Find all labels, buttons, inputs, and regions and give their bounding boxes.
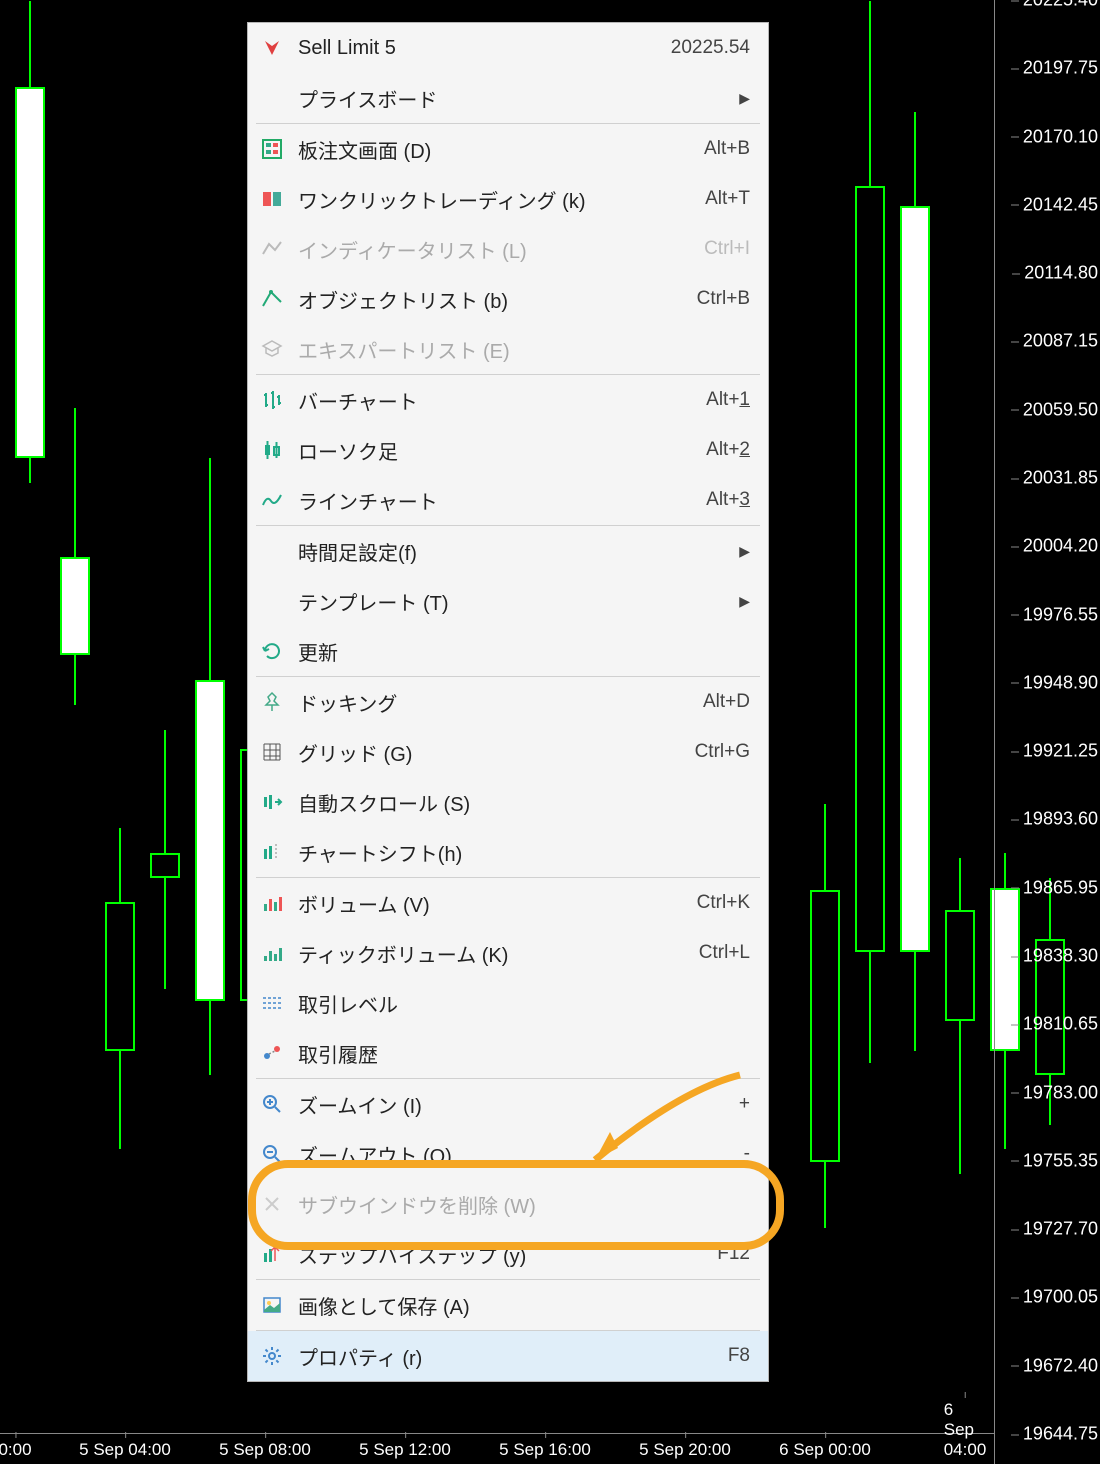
price-tick: 20114.80	[1024, 263, 1098, 284]
menu-docking[interactable]: ドッキング Alt+D	[248, 677, 768, 727]
price-tick: 20142.45	[1023, 194, 1098, 215]
menu-tick-volume[interactable]: ティックボリューム (K) Ctrl+L	[248, 928, 768, 978]
menu-indicator-list: インディケータリスト (L) Ctrl+I	[248, 224, 768, 274]
one-click-icon	[256, 183, 288, 215]
trade-history-icon	[256, 1037, 288, 1069]
candle	[15, 0, 45, 1434]
menu-price-board[interactable]: プライスボード ▶	[248, 73, 768, 123]
submenu-arrow-icon: ▶	[739, 543, 750, 560]
menu-object-list[interactable]: オブジェクトリスト (b) Ctrl+B	[248, 274, 768, 324]
graduation-cap-icon	[256, 333, 288, 365]
candle	[150, 0, 180, 1434]
submenu-arrow-icon: ▶	[739, 593, 750, 610]
gear-icon	[256, 1340, 288, 1372]
price-tick: 20170.10	[1023, 126, 1098, 147]
menu-expert-list: エキスパートリスト (E)	[248, 324, 768, 374]
menu-bar-chart[interactable]: バーチャート Alt+1	[248, 375, 768, 425]
price-tick: 20059.50	[1023, 399, 1098, 420]
price-tick: 19783.00	[1023, 1082, 1098, 1103]
price-tick: 19644.75	[1023, 1424, 1098, 1445]
menu-delete-subwindow: サブウインドウを削除 (W)	[248, 1179, 768, 1229]
price-tick: 19976.55	[1023, 604, 1098, 625]
volume-icon	[256, 887, 288, 919]
time-tick: 5 Sep 16:00	[499, 1440, 591, 1460]
price-tick: 19893.60	[1023, 809, 1098, 830]
step-icon	[256, 1238, 288, 1270]
candle	[900, 0, 930, 1434]
menu-properties[interactable]: プロパティ (r) F8	[248, 1331, 768, 1381]
menu-trade-history[interactable]: 取引履歴	[248, 1028, 768, 1078]
candlestick-icon	[256, 434, 288, 466]
line-chart-icon	[256, 484, 288, 516]
candle	[195, 0, 225, 1434]
sell-arrow-icon	[256, 32, 288, 64]
price-tick: 19838.30	[1023, 946, 1098, 967]
price-tick: 20004.20	[1023, 536, 1098, 557]
chart-context-menu: Sell Limit 5 20225.54 プライスボード ▶ 板注文画面 (D…	[247, 22, 769, 1382]
price-tick: 19755.35	[1023, 1150, 1098, 1171]
price-tick: 20197.75	[1023, 58, 1098, 79]
menu-one-click-trading[interactable]: ワンクリックトレーディング (k) Alt+T	[248, 174, 768, 224]
indicator-icon	[256, 233, 288, 265]
grid-icon	[256, 736, 288, 768]
menu-zoom-out[interactable]: ズームアウト (O) -	[248, 1129, 768, 1179]
candle	[945, 0, 975, 1434]
price-tick: 19700.05	[1023, 1287, 1098, 1308]
price-tick: 19921.25	[1023, 741, 1098, 762]
menu-dom[interactable]: 板注文画面 (D) Alt+B	[248, 124, 768, 174]
menu-templates[interactable]: テンプレート (T) ▶	[248, 576, 768, 626]
menu-timeframes[interactable]: 時間足設定(f) ▶	[248, 526, 768, 576]
price-axis: 20225.40 20197.75 20170.10 20142.45 20114.80…	[994, 0, 1100, 1464]
time-tick: 5 Sep 04:00	[79, 1440, 171, 1460]
price-tick: 20087.15	[1023, 331, 1098, 352]
price-tick: 19948.90	[1023, 672, 1098, 693]
image-icon	[256, 1289, 288, 1321]
menu-trade-levels[interactable]: 取引レベル	[248, 978, 768, 1028]
menu-sell-limit[interactable]: Sell Limit 5 20225.54	[248, 23, 768, 73]
menu-refresh[interactable]: 更新	[248, 626, 768, 676]
price-tick: 19727.70	[1023, 1219, 1098, 1240]
pin-icon	[256, 686, 288, 718]
menu-line-chart[interactable]: ラインチャート Alt+3	[248, 475, 768, 525]
time-tick: 6 Sep 04:00	[944, 1400, 987, 1460]
time-tick: 5 Sep 20:00	[639, 1440, 731, 1460]
price-tick: 20225.40	[1023, 0, 1098, 11]
chart-shift-icon	[256, 836, 288, 868]
menu-grid[interactable]: グリッド (G) Ctrl+G	[248, 727, 768, 777]
candle	[60, 0, 90, 1434]
candle	[855, 0, 885, 1434]
tick-volume-icon	[256, 937, 288, 969]
time-tick: 0:00	[0, 1440, 32, 1460]
candle	[810, 0, 840, 1434]
zoom-out-icon	[256, 1138, 288, 1170]
time-axis: 0:00 5 Sep 04:00 5 Sep 08:00 5 Sep 12:00 5 S…	[0, 1433, 995, 1464]
dom-icon	[256, 133, 288, 165]
trade-levels-icon	[256, 987, 288, 1019]
time-tick: 6 Sep 00:00	[779, 1440, 871, 1460]
submenu-arrow-icon: ▶	[739, 90, 750, 107]
price-tick: 20031.85	[1023, 468, 1098, 489]
price-tick: 19865.95	[1023, 877, 1098, 898]
menu-volume[interactable]: ボリューム (V) Ctrl+K	[248, 878, 768, 928]
candle	[105, 0, 135, 1434]
autoscroll-icon	[256, 786, 288, 818]
time-tick: 5 Sep 12:00	[359, 1440, 451, 1460]
objects-icon	[256, 283, 288, 315]
price-tick: 19672.40	[1023, 1355, 1098, 1376]
bar-chart-icon	[256, 384, 288, 416]
sell-limit-price: 20225.54	[671, 37, 750, 59]
zoom-in-icon	[256, 1088, 288, 1120]
menu-candlesticks[interactable]: ローソク足 Alt+2	[248, 425, 768, 475]
menu-save-as-image[interactable]: 画像として保存 (A)	[248, 1280, 768, 1330]
close-icon	[256, 1188, 288, 1220]
refresh-icon	[256, 635, 288, 667]
sell-limit-label: Sell Limit 5	[298, 37, 671, 60]
menu-step-by-step[interactable]: ステップバイステップ (y) F12	[248, 1229, 768, 1279]
menu-zoom-in[interactable]: ズームイン (I) +	[248, 1079, 768, 1129]
menu-autoscroll[interactable]: 自動スクロール (S)	[248, 777, 768, 827]
price-tick: 19810.65	[1023, 1014, 1098, 1035]
time-tick: 5 Sep 08:00	[219, 1440, 311, 1460]
menu-chart-shift[interactable]: チャートシフト(h)	[248, 827, 768, 877]
